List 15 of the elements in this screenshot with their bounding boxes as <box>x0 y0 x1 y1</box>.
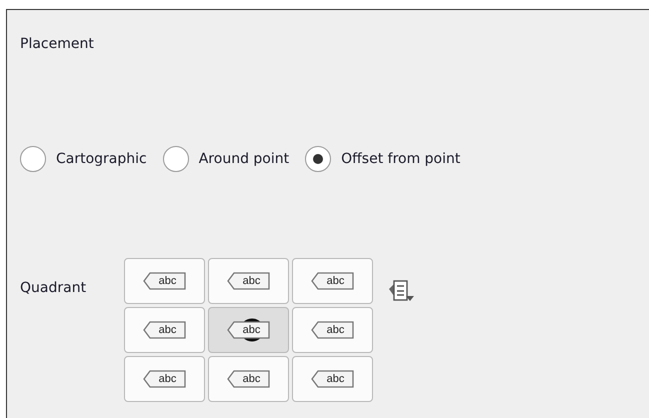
quadrant-button[interactable]: abc <box>292 307 373 353</box>
label-tag-icon: abc <box>226 318 270 342</box>
quadrant-label: Quadrant <box>20 280 88 296</box>
quadrant-button[interactable]: abc <box>124 307 205 353</box>
section-title: Placement <box>20 36 94 52</box>
placement-radio[interactable]: Cartographic <box>20 146 147 172</box>
quadrant-button[interactable]: abc <box>124 258 205 304</box>
placement-radio[interactable]: Offset from point <box>305 146 460 172</box>
quadrant-button[interactable]: abc <box>208 307 289 353</box>
quadrant-button[interactable]: abc <box>124 356 205 402</box>
quadrant-button[interactable]: abc <box>208 258 289 304</box>
quadrant-button[interactable]: abc <box>292 258 373 304</box>
placement-radio[interactable]: Around point <box>162 146 290 172</box>
quadrant-button[interactable]: abc <box>292 356 373 402</box>
quadrant-button[interactable]: abc <box>208 356 289 402</box>
